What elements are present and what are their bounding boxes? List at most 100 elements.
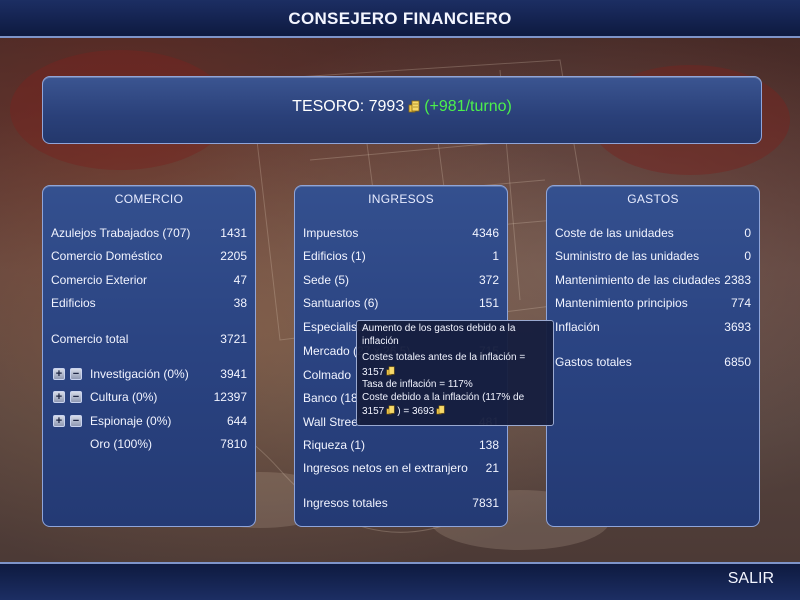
expenses-row-label: Mantenimiento de las ciudades <box>555 273 721 287</box>
expenses-row-label: Inflación <box>555 320 600 334</box>
income-row-value: 151 <box>478 296 499 310</box>
tooltip-line: 3157 <box>362 365 548 380</box>
title-bar: CONSEJERO FINANCIERO <box>0 0 800 38</box>
expenses-row-value: 3693 <box>724 320 751 334</box>
expenses-panel: GASTOS Coste de las unidades 0 Suministr… <box>546 185 760 527</box>
tooltip-line: 3157) = 3693 <box>362 404 548 419</box>
expenses-row: Mantenimiento de las ciudades 2383 <box>555 273 751 289</box>
gold-value: 7810 <box>220 437 247 451</box>
gold-coin-stack-icon <box>386 405 395 415</box>
expenses-header: GASTOS <box>627 192 679 206</box>
espionage-value: 644 <box>226 414 247 428</box>
income-header: INGRESOS <box>368 192 434 206</box>
income-row-label: Riqueza (1) <box>303 438 366 452</box>
expenses-row: Mantenimiento principios 774 <box>555 296 751 312</box>
decrease-culture-button[interactable]: − <box>70 391 82 403</box>
commerce-total-value: 3721 <box>220 332 247 346</box>
expenses-total-row: Gastos totales 6850 <box>555 355 751 371</box>
income-row-label: Impuestos <box>303 226 359 240</box>
bottom-bar: SALIR <box>0 562 800 600</box>
income-row-label: Santuarios (6) <box>303 296 379 310</box>
tooltip-line: Tasa de inflación = 117% <box>362 379 473 390</box>
commerce-total-row: Comercio total 3721 <box>51 332 247 348</box>
expenses-row: Suministro de las unidades 0 <box>555 249 751 265</box>
commerce-row-value: 47 <box>233 273 247 287</box>
commerce-row: Comercio Exterior 47 <box>51 273 247 289</box>
decrease-research-button[interactable]: − <box>70 368 82 380</box>
treasury-panel: TESORO: 7993 (+981/turno) <box>42 76 762 144</box>
commerce-row: Edificios 38 <box>51 296 247 312</box>
income-total-label: Ingresos totales <box>303 496 388 510</box>
commerce-row: Comercio Doméstico 2205 <box>51 249 247 265</box>
commerce-row-label: Azulejos Trabajados (707) <box>51 226 191 240</box>
income-row-value: 372 <box>478 273 499 287</box>
expenses-row-label: Suministro de las unidades <box>555 249 700 263</box>
income-row-value: 21 <box>485 461 499 475</box>
expenses-row-inflation[interactable]: Inflación 3693 <box>555 320 751 336</box>
commerce-row-label: Comercio Doméstico <box>51 249 163 263</box>
income-row: Impuestos 4346 <box>303 226 499 242</box>
culture-label: Cultura (0%) <box>90 390 158 404</box>
income-total-row: Ingresos totales 7831 <box>303 496 499 512</box>
expenses-row-value: 0 <box>744 249 751 263</box>
tooltip-amount: 3157 <box>362 366 385 378</box>
commerce-row-label: Edificios <box>51 296 96 310</box>
espionage-label: Espionaje (0%) <box>90 414 172 428</box>
research-value: 3941 <box>220 367 247 381</box>
expenses-row-value: 0 <box>744 226 751 240</box>
income-row-value: 1 <box>492 249 499 263</box>
increase-espionage-button[interactable]: + <box>53 415 65 427</box>
income-row-label: Banco (18 <box>303 391 358 405</box>
gold-coin-stack-icon <box>408 100 420 113</box>
income-row: Riqueza (1) 138 <box>303 438 499 454</box>
tooltip-amount: 3157 <box>362 406 385 417</box>
income-row-value: 138 <box>478 438 499 452</box>
commerce-row: Azulejos Trabajados (707) 1431 <box>51 226 247 242</box>
expenses-row-value: 774 <box>730 296 751 310</box>
commerce-row-value: 38 <box>233 296 247 310</box>
tooltip-line: inflación <box>362 335 399 347</box>
income-row: Ingresos netos en el extranjero 21 <box>303 461 499 477</box>
commerce-row-value: 1431 <box>220 226 247 240</box>
commerce-row-value: 2205 <box>220 249 247 263</box>
income-row: Santuarios (6) 151 <box>303 296 499 312</box>
expenses-total-label: Gastos totales <box>555 355 632 369</box>
income-row: Sede (5) 372 <box>303 273 499 289</box>
inflation-tooltip: Aumento de los gastos debido a la inflac… <box>356 320 554 426</box>
gold-coin-stack-icon <box>436 405 445 415</box>
slider-row-espionage: + − Espionaje (0%) 644 <box>51 414 247 430</box>
income-row-label: Edificios (1) <box>303 249 366 263</box>
increase-research-button[interactable]: + <box>53 368 65 380</box>
slider-row-research: + − Investigación (0%) 3941 <box>51 367 247 383</box>
expenses-total-value: 6850 <box>724 355 751 369</box>
income-row-label: Colmado <box>303 368 352 382</box>
expenses-row: Coste de las unidades 0 <box>555 226 751 242</box>
commerce-total-label: Comercio total <box>51 332 129 346</box>
decrease-espionage-button[interactable]: − <box>70 415 82 427</box>
expenses-row-label: Coste de las unidades <box>555 226 674 240</box>
expenses-row-value: 2383 <box>724 273 751 287</box>
tooltip-line: Coste debido a la inflación (117% de <box>362 391 525 403</box>
tooltip-line: Aumento de los gastos debido a la <box>362 323 516 334</box>
commerce-row-label: Comercio Exterior <box>51 273 148 287</box>
gold-label: Oro (100%) <box>90 437 153 451</box>
commerce-header: COMERCIO <box>114 192 184 206</box>
gold-coin-stack-icon <box>386 365 395 375</box>
income-total-value: 7831 <box>472 496 499 510</box>
screen-title: CONSEJERO FINANCIERO <box>288 9 512 28</box>
income-row-value: 4346 <box>472 226 499 240</box>
increase-culture-button[interactable]: + <box>53 391 65 403</box>
commerce-panel: COMERCIO Azulejos Trabajados (707) 1431 … <box>42 185 256 527</box>
expenses-row-label: Mantenimiento principios <box>555 296 688 310</box>
income-row-label: Wall Street <box>303 415 362 429</box>
tooltip-line: Costes totales antes de la inflación = <box>362 352 526 363</box>
research-label: Investigación (0%) <box>90 367 189 381</box>
income-row-label: Ingresos netos en el extranjero <box>303 461 468 475</box>
slider-row-culture: + − Cultura (0%) 12397 <box>51 390 247 406</box>
treasury-per-turn: (+981/turno) <box>424 98 512 115</box>
culture-value: 12397 <box>213 390 247 404</box>
income-row-label: Sede (5) <box>303 273 350 287</box>
income-row: Edificios (1) 1 <box>303 249 499 265</box>
treasury-amount: TESORO: 7993 <box>292 98 405 115</box>
exit-button[interactable]: SALIR <box>728 570 774 588</box>
